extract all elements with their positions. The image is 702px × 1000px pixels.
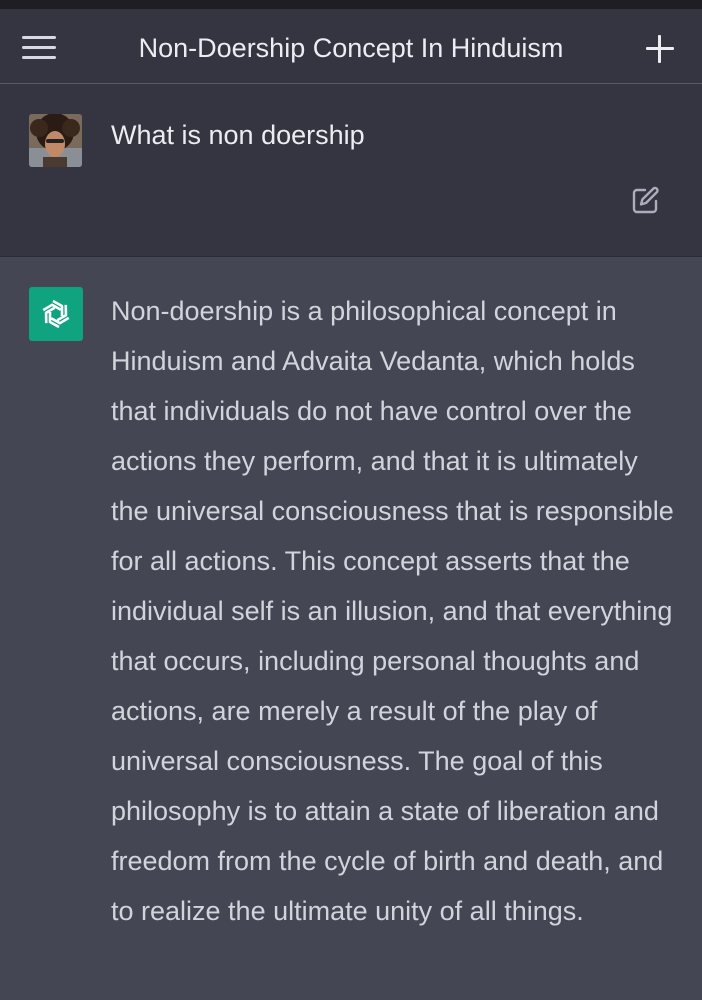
menu-bar xyxy=(22,46,56,49)
assistant-message-block: Non-doership is a philosophical concept … xyxy=(0,257,702,1000)
chatgpt-logo-icon xyxy=(29,287,83,341)
app-header: Non-Doership Concept In Hinduism xyxy=(0,9,702,84)
status-bar xyxy=(0,0,702,9)
assistant-message-text: Non-doership is a philosophical concept … xyxy=(111,296,674,926)
menu-bar xyxy=(22,56,56,59)
user-message-block: What is non doership xyxy=(0,84,702,257)
hamburger-menu-icon[interactable] xyxy=(20,33,58,61)
user-message-text: What is non doership xyxy=(111,120,365,150)
chat-title: Non-Doership Concept In Hinduism xyxy=(138,33,564,63)
edit-icon[interactable] xyxy=(630,184,662,216)
user-avatar xyxy=(29,114,82,167)
menu-bar xyxy=(22,36,56,39)
new-chat-plus-icon[interactable] xyxy=(642,31,678,67)
user-avatar-image xyxy=(29,114,82,167)
